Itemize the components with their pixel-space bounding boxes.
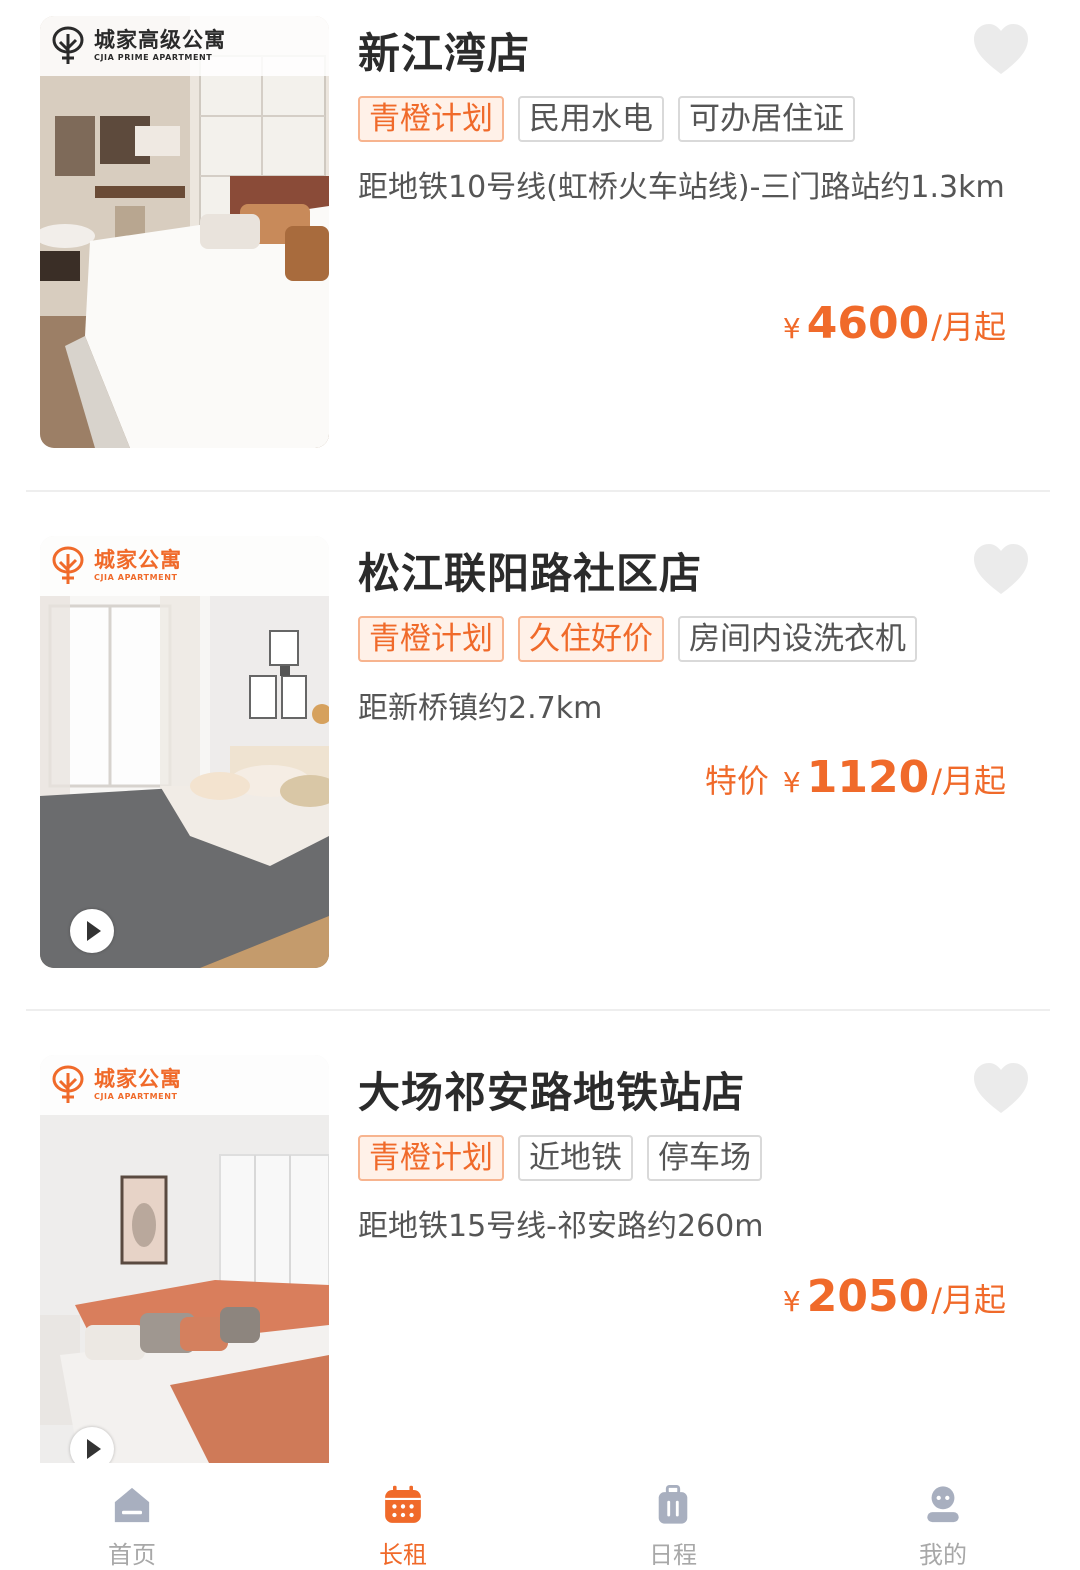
home-icon (114, 1487, 150, 1523)
brand-logo-icon (52, 546, 84, 584)
tab-label: 长租 (379, 1541, 427, 1569)
tag: 房间内设洗衣机 (678, 616, 917, 662)
brand-logo-icon (52, 1065, 84, 1103)
price-prefix: 特价 (704, 762, 769, 800)
brand-name-en: CJIA APARTMENT (94, 573, 178, 582)
brand-banner: 城家高级公寓 CJIA PRIME APARTMENT (40, 16, 329, 76)
price-unit: /月起 (931, 1281, 1006, 1319)
tag: 青橙计划 (358, 616, 504, 662)
tab-label: 首页 (108, 1541, 156, 1569)
brand-name-en: CJIA APARTMENT (94, 1092, 178, 1101)
currency-symbol: ¥ (782, 312, 801, 345)
price: ¥ 4600 /月起 (783, 298, 1006, 349)
brand-banner: 城家公寓 CJIA APARTMENT (40, 536, 329, 596)
listing-photo[interactable]: 城家高级公寓 CJIA PRIME APARTMENT (40, 16, 329, 448)
calendar-icon (385, 1485, 421, 1523)
brand-name: 城家公寓 (94, 1067, 182, 1091)
heart-icon[interactable] (972, 22, 1030, 76)
brand-logo-icon (52, 26, 84, 64)
listing-card[interactable]: 城家公寓 CJIA APARTMENT 松江联阳路社区店 青橙计划 久住好价 房… (0, 520, 1080, 990)
listing-photo[interactable]: 城家公寓 CJIA APARTMENT (40, 536, 329, 968)
room-photo (40, 16, 329, 448)
price-amount: 4600 (806, 298, 930, 349)
listing-title[interactable]: 新江湾店 (358, 20, 530, 81)
tag-list: 青橙计划 久住好价 房间内设洗衣机 (358, 616, 917, 662)
listing-card[interactable]: 城家高级公寓 CJIA PRIME APARTMENT 新江湾店 青橙计划 民用… (0, 0, 1080, 470)
distance-text: 距新桥镇约2.7km (358, 691, 603, 726)
tag-list: 青橙计划 民用水电 可办居住证 (358, 96, 855, 142)
price: ¥ 2050 /月起 (783, 1271, 1006, 1322)
price: 特价 ¥ 1120 /月起 (705, 752, 1006, 803)
brand-name: 城家公寓 (94, 548, 182, 572)
heart-icon[interactable] (972, 1061, 1030, 1115)
brand-name: 城家高级公寓 (94, 28, 226, 52)
currency-symbol: ¥ (782, 766, 801, 799)
listing-title[interactable]: 松江联阳路社区店 (358, 540, 702, 601)
tab-long-rent[interactable]: 长租 (313, 1463, 493, 1570)
tag-list: 青橙计划 近地铁 停车场 (358, 1135, 762, 1181)
tag: 停车场 (647, 1135, 762, 1181)
tab-profile[interactable]: 我的 (853, 1463, 1033, 1570)
heart-icon[interactable] (972, 542, 1030, 596)
distance-text: 距地铁10号线(虹桥火车站线)-三门路站约1.3km (358, 170, 1005, 205)
price-unit: /月起 (931, 762, 1006, 800)
tag: 可办居住证 (678, 96, 855, 142)
listing-photo[interactable]: 城家公寓 CJIA APARTMENT (40, 1055, 329, 1465)
distance-text: 距地铁15号线-祁安路约260m (358, 1209, 764, 1244)
tab-label: 日程 (649, 1541, 697, 1569)
tag: 近地铁 (518, 1135, 633, 1181)
brand-banner: 城家公寓 CJIA APARTMENT (40, 1055, 329, 1115)
divider (26, 490, 1050, 492)
room-photo (40, 1055, 329, 1465)
listing-card[interactable]: 城家公寓 CJIA APARTMENT 大场祁安路地铁站店 青橙计划 近地铁 停… (0, 1039, 1080, 1509)
listing-title[interactable]: 大场祁安路地铁站店 (358, 1059, 745, 1120)
tab-schedule[interactable]: 日程 (583, 1463, 763, 1570)
price-amount: 2050 (806, 1271, 930, 1322)
bottom-tab-bar: 首页 长租 日程 我的 (0, 1463, 1080, 1570)
brand-name-en: CJIA PRIME APARTMENT (94, 53, 213, 62)
divider (26, 1009, 1050, 1011)
tag: 民用水电 (518, 96, 664, 142)
tab-home[interactable]: 首页 (42, 1463, 222, 1570)
tag: 青橙计划 (358, 1135, 504, 1181)
tag: 青橙计划 (358, 96, 504, 142)
currency-symbol: ¥ (782, 1285, 801, 1318)
play-video-button[interactable] (70, 909, 114, 953)
tag: 久住好价 (518, 616, 664, 662)
price-unit: /月起 (931, 308, 1006, 346)
profile-icon (927, 1486, 959, 1523)
tab-label: 我的 (919, 1541, 967, 1569)
room-photo (40, 536, 329, 968)
price-amount: 1120 (806, 752, 930, 803)
luggage-icon (658, 1485, 688, 1524)
play-video-button[interactable] (70, 1427, 114, 1465)
